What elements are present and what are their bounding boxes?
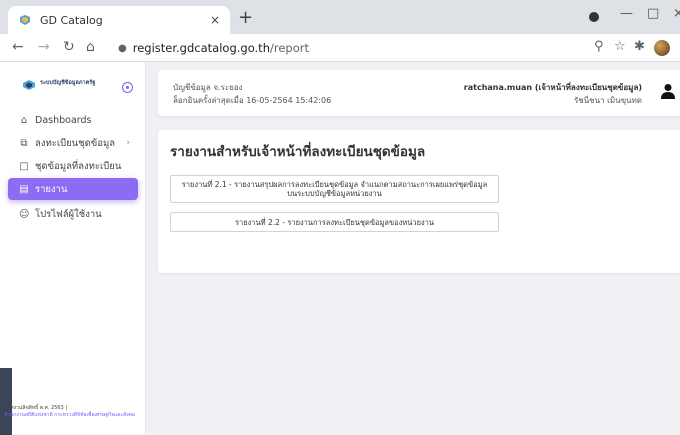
account-label: บัญชีข้อมูล จ.ระยอง <box>173 83 243 92</box>
browser-toolbar: ← → ↻ ⌂ ● register.gdcatalog.go.th/repor… <box>0 34 680 62</box>
chevron-right-icon: › <box>126 138 130 148</box>
sidebar-item-label: รายงาน <box>35 183 68 195</box>
sidebar-item-label: ลงทะเบียนชุดข้อมูล <box>35 137 116 149</box>
sidebar-item-label: Dashboards <box>35 114 92 126</box>
url-text: register.gdcatalog.go.th/report <box>133 41 309 55</box>
zoom-icon[interactable]: ⚲ <box>594 39 604 54</box>
profile-avatar[interactable] <box>654 40 670 56</box>
sidebar-item-registered-datasets[interactable]: □ ชุดข้อมูลที่ลงทะเบียน <box>8 155 138 177</box>
brand-tagline-bar <box>40 86 95 90</box>
user-name[interactable]: รัชนีชนา เมินขุนทด <box>574 94 642 107</box>
tab-close-icon[interactable]: × <box>210 13 220 27</box>
sidebar-item-label: โปรไฟล์ผู้ใช้งาน <box>35 208 102 220</box>
page-title: รายงานสำหรับเจ้าหน้าที่ลงทะเบียนชุดข้อมู… <box>170 144 426 160</box>
url-host: register.gdcatalog.go.th <box>132 41 270 55</box>
footer-copyright: © สงวนลิขสิทธิ์ พ.ศ. 2563 | <box>4 405 68 411</box>
sidebar: ระบบบัญชีข้อมูลภาครัฐ ⌂ Dashboards ⧉ ลงท… <box>0 62 146 435</box>
back-icon[interactable]: ← <box>12 38 24 56</box>
last-login: ล็อกอินครั้งล่าสุดเมื่อ 16-05-2564 15:42… <box>173 96 332 105</box>
browser-tab-strip: GD Catalog × + — □ × <box>0 0 680 34</box>
minimize-icon[interactable]: — <box>620 6 633 21</box>
sidebar-toggle-icon[interactable] <box>122 82 133 93</box>
tab-title: GD Catalog <box>40 13 103 27</box>
sidebar-item-profile[interactable]: ☺ โปรไฟล์ผู้ใช้งาน <box>8 203 138 225</box>
report-2-2-button[interactable]: รายงานที่ 2.2 - รายงานการลงทะเบียนชุดข้อ… <box>170 212 499 232</box>
sidebar-item-label: ชุดข้อมูลที่ลงทะเบียน <box>35 160 122 172</box>
browser-tab[interactable]: GD Catalog × <box>8 6 230 34</box>
copy-icon: ⧉ <box>20 137 28 149</box>
home-button-icon[interactable]: ⌂ <box>86 38 95 56</box>
brand-mark-icon <box>23 80 35 90</box>
bookmark-star-icon[interactable]: ☆ <box>614 39 626 54</box>
brand-name: ระบบบัญชีข้อมูลภาครัฐ <box>40 80 96 86</box>
report-2-1-button[interactable]: รายงานที่ 2.1 - รายงานสรุปผลการลงทะเบียน… <box>170 175 499 203</box>
folder-icon: □ <box>19 160 29 172</box>
extensions-icon[interactable]: ✱ <box>634 39 645 54</box>
sidebar-item-dashboards[interactable]: ⌂ Dashboards <box>8 109 138 131</box>
maximize-icon[interactable]: □ <box>647 6 659 21</box>
sidebar-item-register-dataset[interactable]: ⧉ ลงทะเบียนชุดข้อมูล › <box>8 132 138 154</box>
reload-icon[interactable]: ↻ <box>63 38 75 56</box>
footer-org-link[interactable]: สำนักงานสถิติแห่งชาติ กระทรวงดิจิทัลเพื่… <box>4 412 144 419</box>
report-panel: รายงานสำหรับเจ้าหน้าที่ลงทะเบียนชุดข้อมู… <box>158 130 680 273</box>
desktop-edge <box>0 368 12 435</box>
user-role[interactable]: ratchana.muan (เจ้าหน้าที่ลงทะเบียนชุดข้… <box>464 81 642 94</box>
user-icon: ☺ <box>19 208 30 220</box>
sidebar-item-reports[interactable]: ▤ รายงาน <box>8 178 138 200</box>
forward-icon[interactable]: → <box>38 38 50 56</box>
close-window-icon[interactable]: × <box>673 6 680 21</box>
address-bar[interactable]: ● register.gdcatalog.go.th/report <box>118 37 598 59</box>
profile-dot-icon[interactable] <box>589 12 599 22</box>
account-header: บัญชีข้อมูล จ.ระยอง ล็อกอินครั้งล่าสุดเม… <box>158 70 680 116</box>
home-icon: ⌂ <box>20 114 28 126</box>
new-tab-button[interactable]: + <box>238 8 253 28</box>
brand-logo[interactable]: ระบบบัญชีข้อมูลภาครัฐ <box>22 79 95 91</box>
report-icon: ▤ <box>19 183 29 195</box>
site-favicon-icon <box>18 13 32 27</box>
user-avatar-icon[interactable] <box>661 83 675 99</box>
url-path: /report <box>269 41 309 55</box>
lock-icon: ● <box>118 42 127 54</box>
